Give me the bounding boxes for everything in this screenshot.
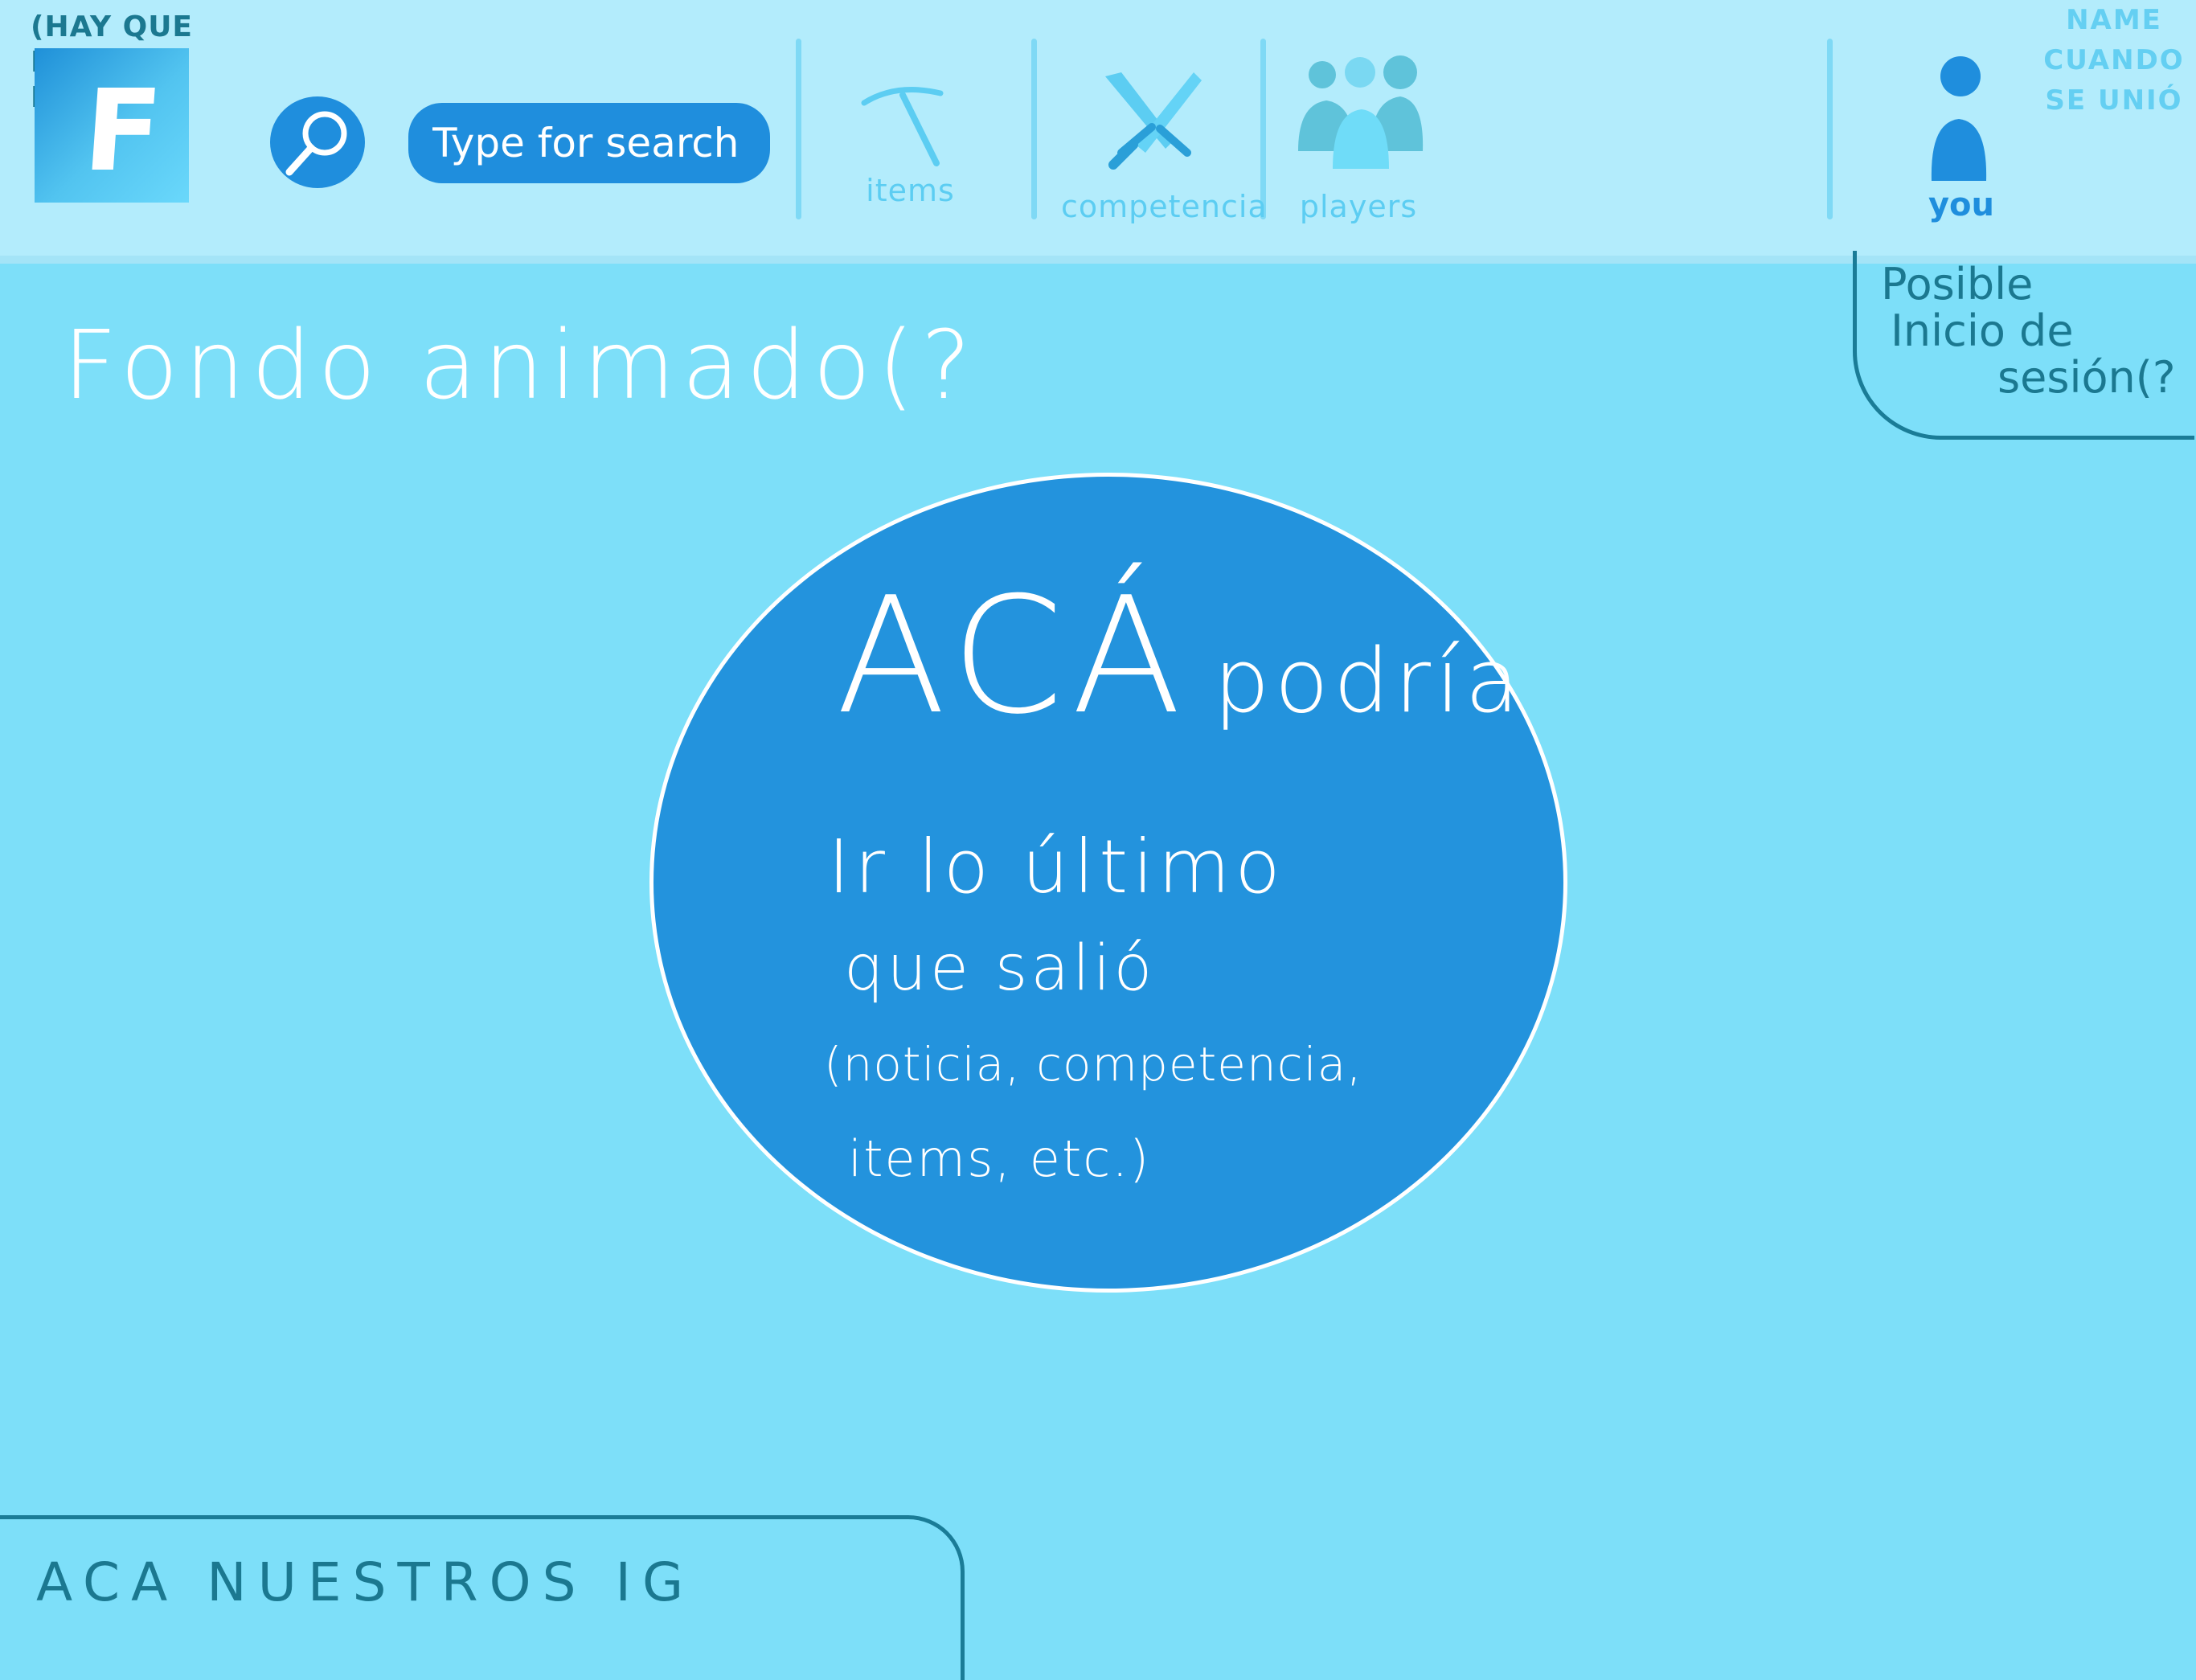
pickaxe-icon xyxy=(861,87,944,166)
logo[interactable]: F xyxy=(35,48,189,203)
nav-item-label: competencia xyxy=(1061,189,1268,224)
hero-title-main: ACÁ xyxy=(836,563,1190,750)
group-icon xyxy=(1298,55,1424,169)
footer-note: ACA NUESTROS IG xyxy=(36,1551,695,1613)
login-note-line: Posible xyxy=(1881,259,2034,309)
login-note-line: Inicio de xyxy=(1891,305,2074,356)
search-input[interactable] xyxy=(408,103,770,183)
hero-title-rest: podría xyxy=(1213,629,1524,732)
nav-item-items[interactable]: items xyxy=(836,48,985,233)
profile-notes: NAME CUANDO SE UNIÓ xyxy=(2042,0,2186,121)
hero-line: Ir lo último xyxy=(828,824,1285,910)
nav-item-label: players xyxy=(1299,189,1418,224)
login-note-line: sesión(? xyxy=(1997,352,2176,403)
nav-item-players[interactable]: players xyxy=(1290,48,1427,233)
hero-line: (noticia, competencia, xyxy=(824,1037,1362,1092)
nav-item-competencia[interactable]: competencia xyxy=(1061,48,1268,233)
profile-note-line: SE UNIÓ xyxy=(2045,84,2183,117)
crossed-swords-icon xyxy=(1105,72,1202,170)
profile-note-line: CUANDO xyxy=(2043,44,2185,76)
nav-item-label: items xyxy=(866,173,955,208)
magnifier-icon xyxy=(285,111,347,176)
profile-note-line: NAME xyxy=(2066,4,2162,36)
profile-menu[interactable]: you xyxy=(1909,48,2014,241)
hero-title: ACÁ podría xyxy=(836,563,1524,750)
profile-label: you xyxy=(1928,186,1995,223)
hero-line: items, etc.) xyxy=(848,1129,1151,1188)
login-note: Posible Inicio de sesión(? xyxy=(1881,261,2186,401)
hero-line: que salió xyxy=(844,932,1156,1005)
search-button[interactable] xyxy=(270,96,365,188)
nav-divider xyxy=(796,39,801,219)
user-icon xyxy=(1931,56,1987,181)
nav-divider xyxy=(1031,39,1037,219)
nav-divider xyxy=(1827,39,1833,219)
background-note: Fondo animado(? xyxy=(63,309,978,420)
logo-letter: F xyxy=(80,66,166,197)
